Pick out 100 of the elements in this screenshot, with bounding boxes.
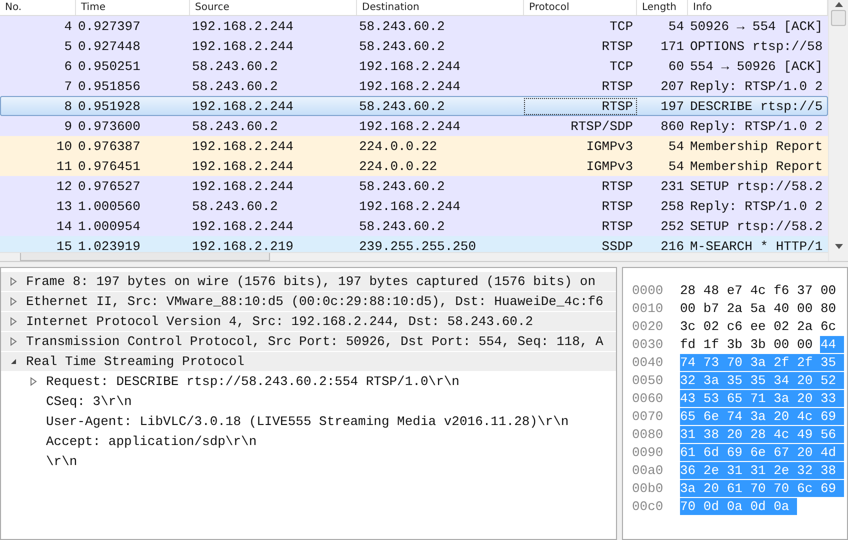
hex-byte[interactable]: 35 bbox=[750, 372, 774, 388]
expand-arrow-icon[interactable] bbox=[29, 377, 38, 386]
hex-byte[interactable]: f6 bbox=[774, 282, 798, 298]
column-header[interactable]: Protocol bbox=[524, 0, 637, 15]
hex-byte[interactable]: 6e bbox=[750, 444, 774, 460]
collapse-arrow-icon[interactable] bbox=[9, 357, 18, 366]
hex-byte[interactable]: 4c bbox=[774, 426, 798, 442]
hex-byte[interactable]: 74 bbox=[680, 354, 704, 370]
hex-byte[interactable]: 6d bbox=[703, 444, 727, 460]
hex-byte[interactable]: 70 bbox=[750, 480, 774, 496]
hex-byte[interactable]: 3a bbox=[750, 354, 774, 370]
hex-byte[interactable]: 43 bbox=[680, 390, 704, 406]
packet-row[interactable]: 7 0.951856 58.243.60.2 192.168.2.244 RTSP 207 Reply: RTSP/1.0 2 bbox=[0, 76, 828, 96]
hex-byte[interactable]: ee bbox=[750, 318, 774, 334]
tree-item[interactable]: CSeq: 3\r\n bbox=[46, 394, 132, 409]
hex-byte[interactable]: 2e bbox=[774, 462, 798, 478]
hex-byte[interactable]: 00 bbox=[820, 282, 844, 298]
expand-arrow-icon[interactable] bbox=[9, 277, 18, 286]
scrollbar-thumb[interactable] bbox=[20, 253, 270, 261]
hex-byte[interactable]: 44 bbox=[820, 336, 844, 352]
packet-row[interactable]: 5 0.927448 192.168.2.244 58.243.60.2 RTSP 171 OPTIONS rtsp://58 bbox=[0, 36, 828, 56]
hex-byte[interactable]: 35 bbox=[820, 354, 844, 370]
column-header[interactable]: No. bbox=[0, 0, 76, 15]
hex-byte[interactable]: 35 bbox=[726, 372, 750, 388]
hex-byte[interactable]: 5a bbox=[750, 300, 774, 316]
hex-byte[interactable]: 61 bbox=[726, 480, 750, 496]
tree-item[interactable]: \r\n bbox=[46, 454, 78, 469]
hex-byte[interactable]: 00 bbox=[680, 300, 704, 316]
hex-byte[interactable]: 34 bbox=[774, 372, 798, 388]
hex-byte[interactable]: 20 bbox=[726, 426, 750, 442]
hex-byte[interactable]: 6e bbox=[703, 408, 727, 424]
hex-byte[interactable]: 00 bbox=[797, 336, 820, 352]
hex-byte[interactable]: 20 bbox=[703, 480, 727, 496]
hex-byte[interactable]: 3b bbox=[750, 336, 774, 352]
hex-byte[interactable]: 69 bbox=[820, 480, 844, 496]
hex-byte[interactable]: 2f bbox=[797, 354, 820, 370]
hex-byte[interactable]: 31 bbox=[750, 462, 774, 478]
tree-item[interactable]: Accept: application/sdp\r\n bbox=[46, 434, 257, 449]
scroll-down-icon[interactable] bbox=[834, 244, 842, 249]
hex-byte[interactable]: c6 bbox=[726, 318, 750, 334]
packet-row[interactable]: 10 0.976387 192.168.2.244 224.0.0.22 IGMPv3 54 Membership Report bbox=[0, 136, 828, 156]
hex-byte[interactable]: 28 bbox=[680, 282, 704, 298]
hex-byte[interactable]: 4d bbox=[820, 444, 844, 460]
hex-byte[interactable]: 02 bbox=[703, 318, 727, 334]
hex-byte[interactable]: 20 bbox=[797, 390, 820, 406]
hex-byte[interactable]: 33 bbox=[820, 390, 844, 406]
hex-byte[interactable]: 0a bbox=[774, 498, 798, 514]
hex-byte[interactable]: 37 bbox=[797, 282, 820, 298]
hex-byte[interactable]: 38 bbox=[703, 426, 727, 442]
hex-byte[interactable]: 48 bbox=[703, 282, 727, 298]
hex-byte[interactable]: 0d bbox=[703, 498, 727, 514]
hex-byte[interactable]: 74 bbox=[726, 408, 750, 424]
hex-byte[interactable]: 3b bbox=[726, 336, 750, 352]
hex-byte[interactable]: 65 bbox=[680, 408, 704, 424]
hex-byte[interactable]: 1f bbox=[703, 336, 727, 352]
hex-byte[interactable]: 70 bbox=[726, 354, 750, 370]
hex-byte[interactable]: 38 bbox=[820, 462, 844, 478]
hex-byte[interactable]: 32 bbox=[680, 372, 704, 388]
packet-row[interactable]: 8 0.951928 192.168.2.244 58.243.60.2 RTSP 197 DESCRIBE rtsp://5 bbox=[0, 96, 828, 116]
hex-byte[interactable]: 65 bbox=[726, 390, 750, 406]
packet-row[interactable]: 12 0.976527 192.168.2.244 58.243.60.2 RTSP 231 SETUP rtsp://58.2 bbox=[0, 176, 828, 196]
hex-byte[interactable]: e7 bbox=[726, 282, 750, 298]
hex-byte[interactable]: 3a bbox=[774, 390, 798, 406]
packet-row[interactable]: 14 1.000954 192.168.2.244 58.243.60.2 RTSP 252 SETUP rtsp://58.2 bbox=[0, 216, 828, 236]
hex-byte[interactable]: 2a bbox=[797, 318, 820, 334]
hex-byte[interactable]: 20 bbox=[797, 372, 820, 388]
hex-byte[interactable]: 0d bbox=[750, 498, 774, 514]
expand-arrow-icon[interactable] bbox=[9, 317, 18, 326]
hex-byte[interactable]: 80 bbox=[820, 300, 844, 316]
tree-item[interactable]: Request: DESCRIBE rtsp://58.243.60.2:554 RTSP/1.0\r\n bbox=[46, 374, 460, 389]
hex-byte[interactable]: 49 bbox=[797, 426, 820, 442]
hex-byte[interactable]: fd bbox=[680, 336, 704, 352]
hex-byte[interactable]: 6c bbox=[820, 318, 844, 334]
hex-byte[interactable]: 00 bbox=[797, 300, 820, 316]
packet-row[interactable]: 15 1.023919 192.168.2.219 239.255.255.250 SSDP 216 M-SEARCH * HTTP/1 bbox=[0, 236, 828, 252]
hex-byte[interactable]: 69 bbox=[820, 408, 844, 424]
hex-byte[interactable]: 52 bbox=[820, 372, 844, 388]
expand-arrow-icon[interactable] bbox=[9, 297, 18, 306]
hex-byte[interactable]: 0a bbox=[726, 498, 750, 514]
tree-item[interactable]: User-Agent: LibVLC/3.0.18 (LIVE555 Streaming Media v2016.11.28)\r\n bbox=[46, 414, 569, 429]
hex-byte[interactable]: 20 bbox=[797, 444, 820, 460]
hex-byte[interactable]: 20 bbox=[774, 408, 798, 424]
hex-byte[interactable]: 4c bbox=[797, 408, 820, 424]
packet-row[interactable]: 6 0.950251 58.243.60.2 192.168.2.244 TCP 60 554 → 50926 [ACK] bbox=[0, 56, 828, 76]
hex-byte[interactable]: 2f bbox=[774, 354, 798, 370]
hex-byte[interactable]: 61 bbox=[680, 444, 704, 460]
hex-byte[interactable]: 32 bbox=[797, 462, 820, 478]
hex-byte[interactable]: 70 bbox=[774, 480, 798, 496]
column-header[interactable]: Destination bbox=[357, 0, 524, 15]
hex-byte[interactable]: 71 bbox=[750, 390, 774, 406]
hex-byte[interactable]: 40 bbox=[774, 300, 798, 316]
hex-byte[interactable]: 3c bbox=[680, 318, 704, 334]
hex-byte[interactable]: 2e bbox=[703, 462, 727, 478]
scrollbar-thumb[interactable] bbox=[831, 10, 846, 26]
hex-byte[interactable]: 00 bbox=[774, 336, 798, 352]
hex-byte[interactable]: 69 bbox=[726, 444, 750, 460]
hex-byte[interactable]: 4c bbox=[750, 282, 774, 298]
column-header[interactable]: Source bbox=[190, 0, 357, 15]
hex-byte[interactable]: 31 bbox=[726, 462, 750, 478]
hex-byte[interactable]: 28 bbox=[750, 426, 774, 442]
